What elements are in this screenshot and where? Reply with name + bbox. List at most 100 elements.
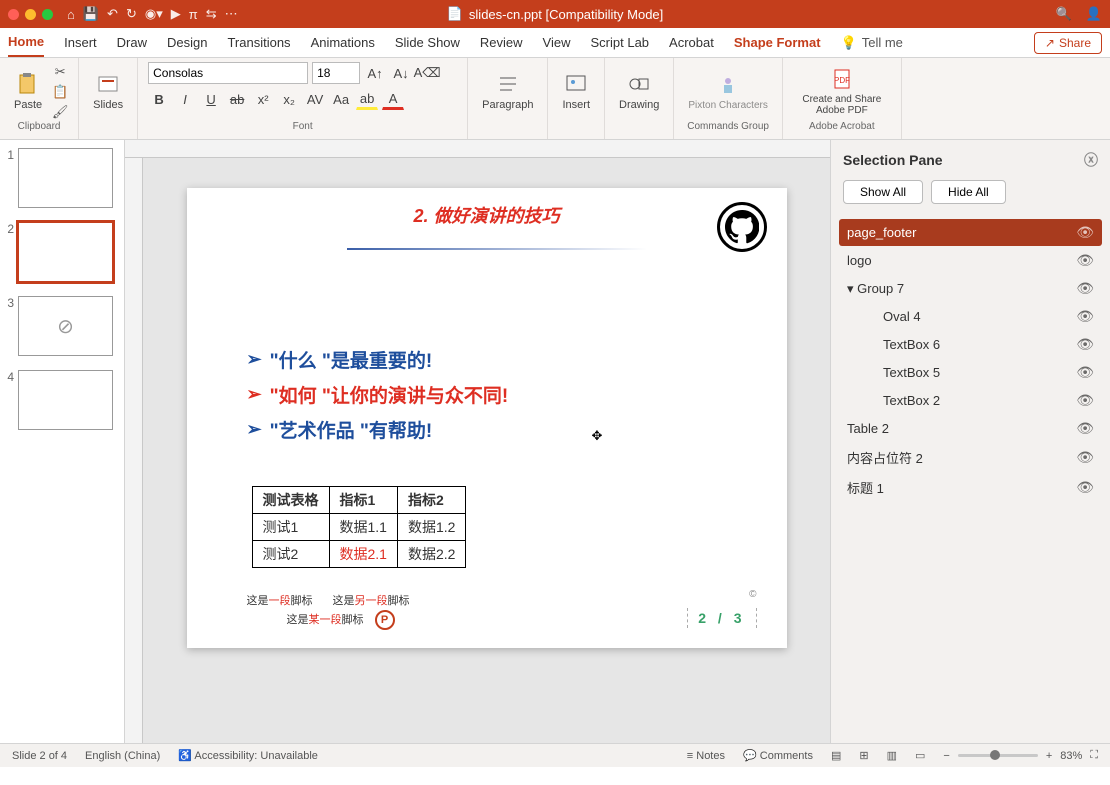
share-button[interactable]: ↗ Share bbox=[1034, 32, 1102, 54]
page-footer-selected[interactable]: 2 / 3 bbox=[687, 608, 756, 628]
slides-button[interactable]: Slides bbox=[89, 70, 127, 113]
tab-view[interactable]: View bbox=[543, 29, 571, 56]
hide-all-button[interactable]: Hide All bbox=[931, 180, 1006, 204]
adobe-pdf-button[interactable]: PDF Create and Share Adobe PDF bbox=[793, 65, 891, 118]
zoom-percent[interactable]: 83% bbox=[1060, 750, 1082, 762]
sel-textbox5[interactable]: TextBox 5👁 bbox=[839, 359, 1102, 386]
visibility-toggle-icon[interactable]: 👁 bbox=[1076, 420, 1094, 437]
pi-icon[interactable]: π bbox=[189, 7, 198, 22]
slideshow-view-icon[interactable]: ▭ bbox=[915, 749, 925, 762]
drawing-button[interactable]: Drawing bbox=[615, 70, 663, 113]
visibility-toggle-icon[interactable]: 👁 bbox=[1076, 224, 1094, 241]
close-pane-icon[interactable]: ⓧ bbox=[1084, 150, 1098, 170]
sel-title1[interactable]: 标题 1👁 bbox=[839, 473, 1102, 502]
tab-insert[interactable]: Insert bbox=[64, 29, 97, 56]
footer-text-2[interactable]: 这是某一段脚标 P bbox=[287, 610, 395, 630]
zoom-out-icon[interactable]: − bbox=[943, 750, 949, 762]
tab-slideshow[interactable]: Slide Show bbox=[395, 29, 460, 56]
table-2[interactable]: 测试表格指标1指标2 测试1数据1.1数据1.2 测试2数据2.1数据2.2 bbox=[252, 486, 467, 568]
tab-design[interactable]: Design bbox=[167, 29, 207, 56]
increase-font-icon[interactable]: A↑ bbox=[364, 62, 386, 84]
visibility-toggle-icon[interactable]: 👁 bbox=[1076, 364, 1094, 381]
comments-button[interactable]: 💬 Comments bbox=[743, 749, 813, 762]
underline-button[interactable]: U bbox=[200, 88, 222, 110]
sel-logo[interactable]: logo👁 bbox=[839, 247, 1102, 274]
font-color-button[interactable]: A bbox=[382, 88, 404, 110]
sorter-view-icon[interactable]: ⊞ bbox=[859, 749, 868, 762]
subscript-button[interactable]: x₂ bbox=[278, 88, 300, 110]
tab-animations[interactable]: Animations bbox=[311, 29, 375, 56]
play-icon[interactable]: ▶ bbox=[171, 6, 181, 22]
link-icon[interactable]: ⇆ bbox=[206, 6, 217, 22]
footer-text-1[interactable]: 这是一段脚标 这是另一段脚标 bbox=[247, 592, 410, 608]
home-icon[interactable]: ⌂ bbox=[67, 7, 75, 22]
font-name-select[interactable] bbox=[148, 62, 308, 84]
fit-icon[interactable]: ⛶ bbox=[1090, 749, 1098, 762]
font-size-select[interactable] bbox=[312, 62, 360, 84]
visibility-toggle-icon[interactable]: 👁 bbox=[1076, 449, 1094, 466]
sel-content[interactable]: 内容占位符 2👁 bbox=[839, 443, 1102, 472]
tab-shapeformat[interactable]: Shape Format bbox=[734, 29, 821, 56]
notes-button[interactable]: ≡ Notes bbox=[687, 750, 725, 762]
sel-group7[interactable]: ▾ Group 7👁 bbox=[839, 275, 1102, 302]
format-painter-icon[interactable]: 🖌 bbox=[52, 104, 68, 120]
superscript-button[interactable]: x² bbox=[252, 88, 274, 110]
insert-button[interactable]: Insert bbox=[558, 70, 594, 113]
sel-textbox6[interactable]: TextBox 6👁 bbox=[839, 331, 1102, 358]
visibility-toggle-icon[interactable]: 👁 bbox=[1076, 308, 1094, 325]
thumbnail-4[interactable] bbox=[18, 370, 113, 430]
bold-button[interactable]: B bbox=[148, 88, 170, 110]
search-icon[interactable]: 🔍 bbox=[1056, 6, 1072, 22]
normal-view-icon[interactable]: ▤ bbox=[831, 749, 841, 762]
pixton-button[interactable]: Pixton Characters bbox=[684, 71, 771, 113]
slide-thumbnail-pane[interactable]: 1 2 3⊘ 4 bbox=[0, 140, 125, 743]
highlight-button[interactable]: ab bbox=[356, 88, 378, 110]
thumbnail-2[interactable] bbox=[18, 222, 113, 282]
visibility-toggle-icon[interactable]: 👁 bbox=[1076, 252, 1094, 269]
selection-list[interactable]: page_footer👁 logo👁 ▾ Group 7👁 Oval 4👁 Te… bbox=[831, 214, 1110, 743]
slide-count[interactable]: Slide 2 of 4 bbox=[12, 750, 67, 762]
slide-editor[interactable]: 2. 做好演讲的技巧 ➢"什么 "是最重要的! ➢"如何 "让你的演讲与众不同!… bbox=[143, 158, 830, 743]
close-window-button[interactable] bbox=[8, 9, 19, 20]
change-case-button[interactable]: Aa bbox=[330, 88, 352, 110]
copy-icon[interactable]: 📋 bbox=[52, 84, 68, 100]
sel-textbox2[interactable]: TextBox 2👁 bbox=[839, 387, 1102, 414]
sel-table2[interactable]: Table 2👁 bbox=[839, 415, 1102, 442]
tab-transitions[interactable]: Transitions bbox=[227, 29, 290, 56]
sel-oval4[interactable]: Oval 4👁 bbox=[839, 303, 1102, 330]
tab-acrobat[interactable]: Acrobat bbox=[669, 29, 714, 56]
more-icon[interactable]: ⋯ bbox=[225, 6, 238, 22]
minimize-window-button[interactable] bbox=[25, 9, 36, 20]
text-effects-button[interactable]: AV bbox=[304, 88, 326, 110]
cut-icon[interactable]: ✂ bbox=[52, 64, 68, 80]
visibility-toggle-icon[interactable]: 👁 bbox=[1076, 479, 1094, 496]
tab-review[interactable]: Review bbox=[480, 29, 523, 56]
shape-icon[interactable]: ◉▾ bbox=[145, 6, 163, 22]
visibility-toggle-icon[interactable]: 👁 bbox=[1076, 392, 1094, 409]
zoom-in-icon[interactable]: + bbox=[1046, 750, 1052, 762]
language-status[interactable]: English (China) bbox=[85, 750, 160, 762]
github-logo-icon[interactable] bbox=[717, 202, 767, 252]
reading-view-icon[interactable]: ▥ bbox=[887, 749, 897, 762]
accessibility-status[interactable]: ♿ Accessibility: Unavailable bbox=[178, 749, 318, 762]
save-icon[interactable]: 💾 bbox=[83, 6, 99, 22]
show-all-button[interactable]: Show All bbox=[843, 180, 923, 204]
undo-icon[interactable]: ↶ bbox=[107, 6, 118, 22]
strike-button[interactable]: ab bbox=[226, 88, 248, 110]
visibility-toggle-icon[interactable]: 👁 bbox=[1076, 336, 1094, 353]
zoom-slider[interactable] bbox=[958, 754, 1038, 757]
account-icon[interactable]: 👤 bbox=[1086, 6, 1102, 22]
slide-canvas[interactable]: 2. 做好演讲的技巧 ➢"什么 "是最重要的! ➢"如何 "让你的演讲与众不同!… bbox=[187, 188, 787, 648]
maximize-window-button[interactable] bbox=[42, 9, 53, 20]
clear-format-icon[interactable]: A⌫ bbox=[416, 62, 438, 84]
paste-button[interactable]: Paste bbox=[10, 70, 46, 113]
thumbnail-1[interactable] bbox=[18, 148, 113, 208]
italic-button[interactable]: I bbox=[174, 88, 196, 110]
content-placeholder[interactable]: ➢"什么 "是最重要的! ➢"如何 "让你的演讲与众不同! ➢"艺术作品 "有帮… bbox=[247, 338, 509, 451]
tell-me[interactable]: 💡 Tell me bbox=[841, 35, 903, 51]
thumbnail-3[interactable]: ⊘ bbox=[18, 296, 113, 356]
paragraph-button[interactable]: Paragraph bbox=[478, 70, 537, 113]
visibility-toggle-icon[interactable]: 👁 bbox=[1076, 280, 1094, 297]
decrease-font-icon[interactable]: A↓ bbox=[390, 62, 412, 84]
redo-icon[interactable]: ↻ bbox=[126, 6, 137, 22]
